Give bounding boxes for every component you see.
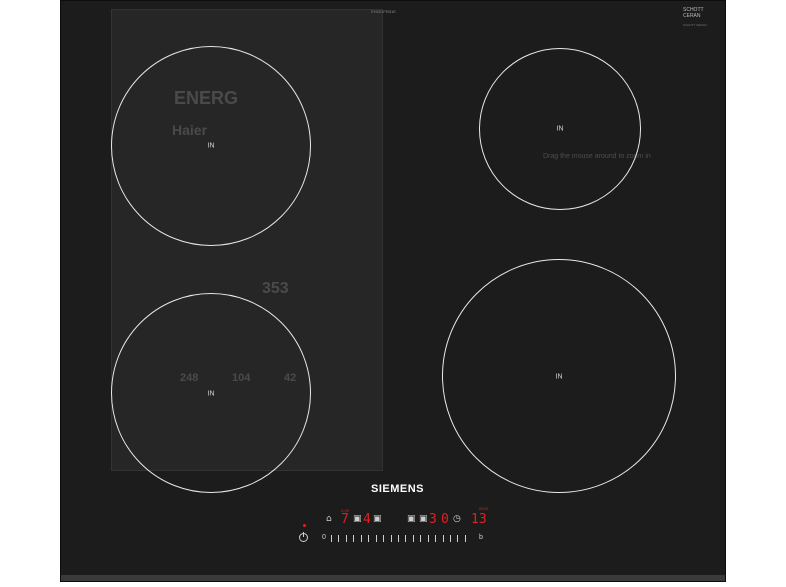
touch-control-panel: 0 b ⌂ 0-99 7 ▣ 4 ▣ ▣ ▣ 3 0 ◷ 0925 13 <box>61 506 725 556</box>
zone-select-icon-d[interactable]: ▣ <box>419 514 428 524</box>
cooktop: EH651FEB1E SCHOTT CERAN SCHOTT CERAN ENE… <box>60 0 726 582</box>
glass-sub-label: SCHOTT CERAN <box>683 23 707 27</box>
zone-label-front-left: IN <box>207 390 215 398</box>
zone-label-front-right: IN <box>555 373 563 381</box>
zone-label-rear-left: IN <box>207 142 215 150</box>
timer-display-right: 13 <box>471 512 487 527</box>
zone-select-icon-c[interactable]: ▣ <box>407 514 416 524</box>
zone-label-rear-right: IN <box>556 125 564 133</box>
power-button[interactable] <box>299 532 308 542</box>
timer-digit-a: 3 <box>429 512 437 527</box>
zone-level-display-left: 7 <box>341 512 349 527</box>
slider-max-label: b <box>479 534 483 541</box>
pan-detect-icon[interactable]: ⌂ <box>326 514 332 524</box>
zone-select-icon-b[interactable]: ▣ <box>373 514 382 524</box>
power-indicator-light <box>303 524 306 527</box>
schott-logo-line2: CERAN <box>683 13 701 19</box>
reflection-value-main: 353 <box>262 280 289 297</box>
schott-ceran-logo: SCHOTT CERAN <box>683 7 704 19</box>
timer-digit-b: 0 <box>441 512 449 527</box>
zone-level-display-mid: 4 <box>363 512 371 527</box>
zone-select-icon-a[interactable]: ▣ <box>353 514 362 524</box>
slider-min-label: 0 <box>322 534 326 541</box>
brand-logo: SIEMENS <box>371 483 425 495</box>
time-label: 0925 <box>479 506 488 511</box>
power-level-slider[interactable] <box>331 534 466 542</box>
timer-clock-icon[interactable]: ◷ <box>453 514 461 524</box>
